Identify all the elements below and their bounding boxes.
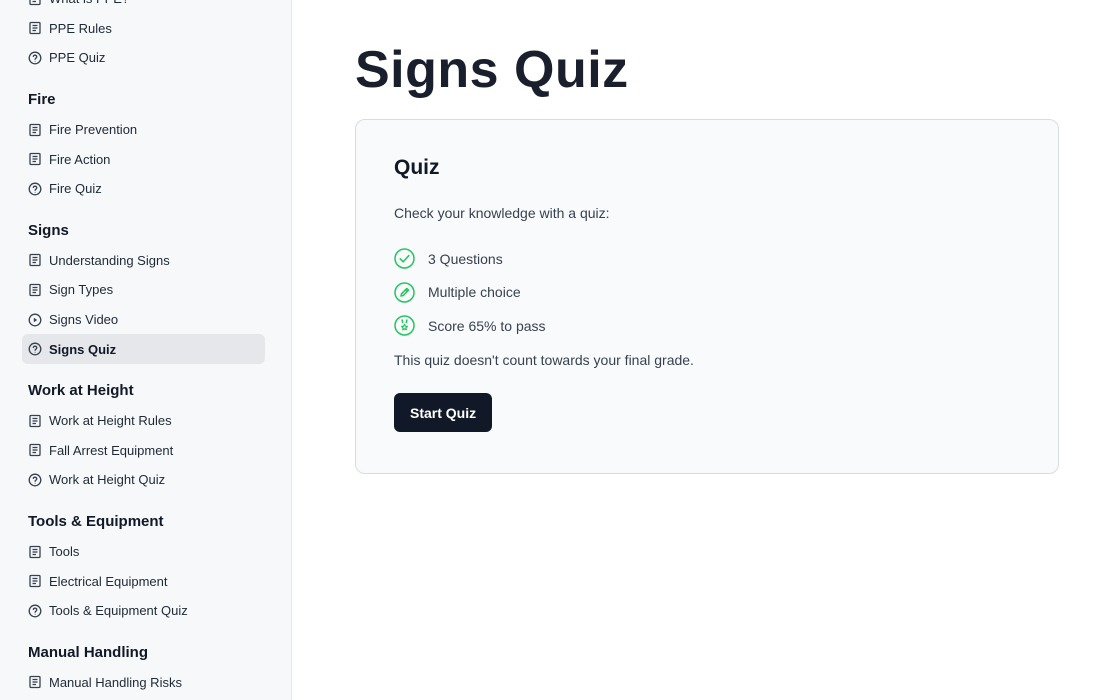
quiz-feature-item: Multiple choice	[394, 276, 546, 310]
sidebar-item-work-at-height-rules[interactable]: Work at Height Rules	[22, 406, 265, 436]
sidebar-section-title: Work at Height	[28, 381, 134, 399]
start-quiz-button[interactable]: Start Quiz	[394, 393, 493, 432]
quiz-card: Quiz Check your knowledge with a quiz: 3…	[355, 119, 1059, 474]
sidebar-section-title: Tools & Equipment	[28, 512, 164, 530]
sidebar-item-label: PPE Quiz	[49, 50, 106, 66]
document-icon	[28, 675, 42, 689]
sidebar-item-label: Work at Height Rules	[49, 413, 172, 429]
sidebar-item-label: Manual Handling Risks	[49, 674, 182, 690]
quiz-feature-item: 3 Questions	[394, 242, 546, 276]
quiz-feature-text: Multiple choice	[428, 284, 521, 301]
sidebar-item-understanding-signs[interactable]: Understanding Signs	[22, 246, 265, 276]
quiz-grade-note: This quiz doesn't count towards your fin…	[394, 352, 694, 368]
sidebar-item-fall-arrest-equipment[interactable]: Fall Arrest Equipment	[22, 436, 265, 466]
quiz-intro-text: Check your knowledge with a quiz:	[394, 205, 610, 221]
pencil-circle-icon	[394, 282, 415, 303]
sidebar-item-fire-quiz[interactable]: Fire Quiz	[22, 174, 265, 204]
document-icon	[28, 0, 42, 6]
sidebar-item-label: Signs Quiz	[49, 341, 117, 357]
sidebar-item-label: Signs Video	[49, 312, 119, 328]
sidebar-item-signs-video[interactable]: Signs Video	[22, 305, 265, 335]
medal-circle-icon	[394, 315, 415, 337]
question-circle-icon	[28, 342, 42, 356]
page-title: Signs Quiz	[355, 41, 629, 99]
sidebar-item-signs-quiz[interactable]: Signs Quiz	[22, 334, 265, 364]
sidebar-item-label: What is PPE?	[49, 0, 129, 6]
question-circle-icon	[28, 182, 42, 196]
sidebar-item-label: Fire Quiz	[49, 181, 102, 197]
sidebar-item-label: Fire Prevention	[49, 122, 138, 138]
sidebar-item-tools[interactable]: Tools	[22, 537, 265, 567]
sidebar-scroll-area[interactable]: What is PPE? PPE Rules PPE Quiz Fire Fire Pr…	[0, 0, 291, 697]
sidebar-item-label: Tools & Equipment Quiz	[49, 603, 188, 619]
document-icon	[28, 21, 42, 35]
document-icon	[28, 443, 42, 457]
document-icon	[28, 253, 42, 267]
quiz-feature-text: Score 65% to pass	[428, 317, 546, 334]
document-icon	[28, 283, 42, 297]
sidebar-item-label: Electrical Equipment	[49, 573, 168, 589]
sidebar-item-ppe-quiz[interactable]: PPE Quiz	[22, 43, 265, 73]
sidebar-item-label: Fire Action	[49, 151, 111, 167]
sidebar-item-fire-action[interactable]: Fire Action	[22, 144, 265, 174]
sidebar-section-title: Manual Handling	[28, 643, 148, 661]
document-icon	[28, 123, 42, 137]
question-circle-icon	[28, 473, 42, 487]
sidebar-section-title: Signs	[28, 221, 69, 239]
document-icon	[28, 545, 42, 559]
sidebar-item-ppe-rules[interactable]: PPE Rules	[22, 14, 265, 44]
sidebar-item-label: PPE Rules	[49, 20, 112, 36]
main-content: Signs Quiz Quiz Check your knowledge wit…	[292, 0, 1120, 700]
question-circle-icon	[28, 51, 42, 65]
sidebar-item-label: Sign Types	[49, 282, 114, 298]
document-icon	[28, 574, 42, 588]
sidebar-item-label: Fall Arrest Equipment	[49, 442, 174, 458]
quiz-feature-text: 3 Questions	[428, 250, 503, 267]
quiz-feature-list: 3 Questions Multiple choice Score 65% to p…	[394, 242, 546, 343]
document-icon	[28, 414, 42, 428]
quiz-card-heading: Quiz	[394, 156, 440, 179]
sidebar-item-tools-and-equipment-quiz[interactable]: Tools & Equipment Quiz	[22, 596, 265, 626]
sidebar-section-title: Fire	[28, 90, 56, 108]
quiz-feature-item: Score 65% to pass	[394, 309, 546, 343]
sidebar-item-sign-types[interactable]: Sign Types	[22, 275, 265, 305]
document-icon	[28, 152, 42, 166]
sidebar-item-label: Work at Height Quiz	[49, 472, 166, 488]
sidebar-item-work-at-height-quiz[interactable]: Work at Height Quiz	[22, 465, 265, 495]
sidebar: What is PPE? PPE Rules PPE Quiz Fire Fire Pr…	[0, 0, 292, 700]
sidebar-item-fire-prevention[interactable]: Fire Prevention	[22, 115, 265, 145]
sidebar-item-manual-handling-risks[interactable]: Manual Handling Risks	[22, 668, 265, 698]
sidebar-item-what-is-ppe[interactable]: What is PPE?	[22, 0, 265, 14]
sidebar-item-label: Tools	[49, 544, 80, 560]
question-circle-icon	[28, 604, 42, 618]
sidebar-item-electrical-equipment[interactable]: Electrical Equipment	[22, 566, 265, 596]
sidebar-item-label: Understanding Signs	[49, 252, 170, 268]
check-circle-icon	[394, 248, 415, 270]
play-circle-icon	[28, 313, 42, 327]
app-root: What is PPE? PPE Rules PPE Quiz Fire Fire Pr…	[0, 0, 1120, 700]
